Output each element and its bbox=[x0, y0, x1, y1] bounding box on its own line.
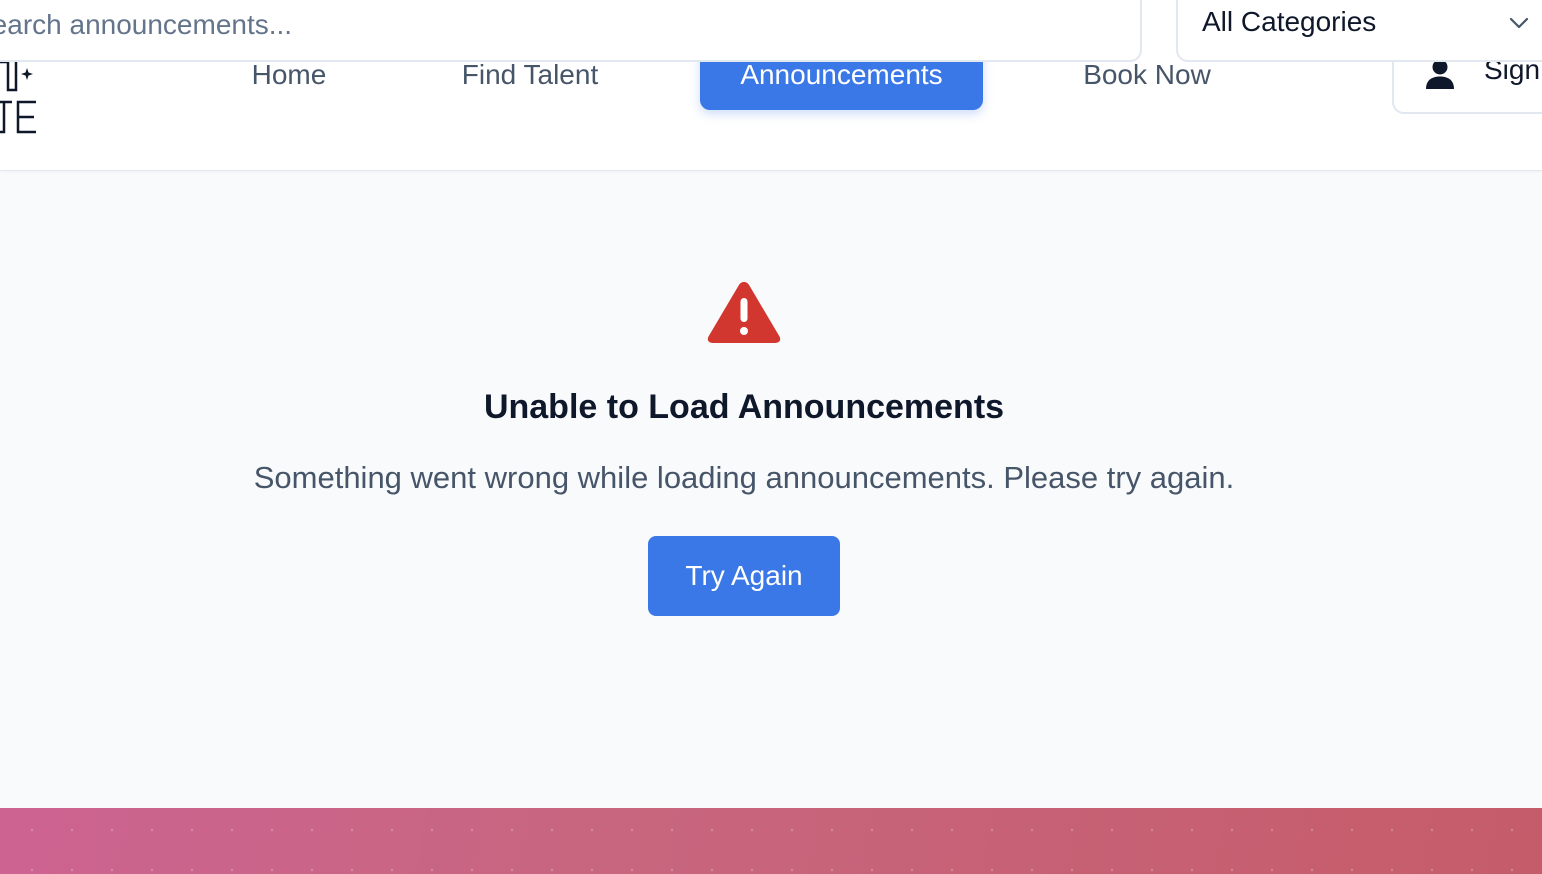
try-again-button[interactable]: Try Again bbox=[648, 536, 840, 616]
page: Home Find Talent Announcements Book Now … bbox=[0, 0, 1542, 874]
site-header: Home Find Talent Announcements Book Now … bbox=[0, 0, 1542, 171]
error-title: Unable to Load Announcements bbox=[483, 388, 1005, 426]
warning-triangle-icon bbox=[707, 282, 781, 343]
category-select-value: All Categories bbox=[1202, 6, 1377, 37]
footer-band bbox=[0, 808, 1542, 874]
chevron-down-icon bbox=[1509, 17, 1529, 29]
user-icon bbox=[1426, 59, 1454, 89]
search-box bbox=[0, 0, 1142, 62]
search-input[interactable] bbox=[0, 0, 1112, 56]
category-select[interactable]: All Categories bbox=[1176, 0, 1542, 62]
brand-logo[interactable] bbox=[0, 62, 42, 136]
error-message: Something went wrong while loading annou… bbox=[253, 460, 1235, 495]
footer-dot-pattern bbox=[0, 808, 1542, 874]
